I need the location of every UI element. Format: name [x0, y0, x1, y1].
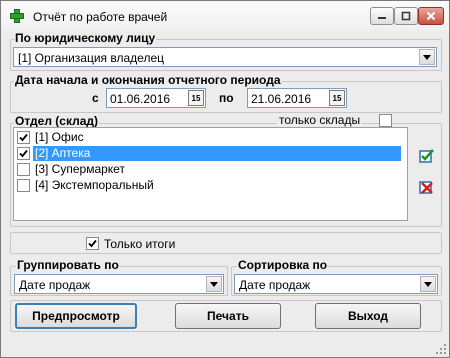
- only-warehouses-label: только склады: [277, 113, 363, 127]
- minimize-button[interactable]: [370, 7, 394, 25]
- department-list[interactable]: [1] Офис [2] Аптека [3] Супермаркет [4] …: [13, 127, 408, 221]
- department-checkbox[interactable]: [17, 163, 30, 176]
- calendar-icon[interactable]: 15: [188, 90, 204, 106]
- sort-by-value: Дате продаж: [239, 278, 311, 292]
- chevron-down-icon[interactable]: [420, 276, 436, 292]
- chevron-down-icon[interactable]: [206, 276, 222, 292]
- window-title: Отчёт по работе врачей: [33, 10, 168, 24]
- department-checkbox[interactable]: [17, 179, 30, 192]
- minimize-icon: [378, 17, 386, 19]
- print-button[interactable]: Печать: [175, 303, 281, 329]
- maximize-icon: [401, 11, 411, 21]
- sort-by-label: Сортировка по: [237, 258, 329, 272]
- list-item[interactable]: [4] Экстемпоральный: [17, 178, 156, 193]
- exit-button[interactable]: Выход: [315, 303, 421, 329]
- department-label: [1] Офис: [35, 130, 84, 144]
- chevron-down-icon[interactable]: [419, 49, 435, 65]
- totals-only-checkbox[interactable]: [86, 237, 99, 250]
- group-by-value: Дате продаж: [19, 278, 91, 292]
- department-checkbox[interactable]: [17, 147, 30, 160]
- list-item[interactable]: [3] Супермаркет: [17, 162, 127, 177]
- list-item[interactable]: [1] Офис: [17, 130, 86, 145]
- report-window: Отчёт по работе врачей По юридическому л…: [0, 0, 450, 358]
- calendar-icon[interactable]: 15: [329, 90, 345, 106]
- totals-only-label: Только итоги: [104, 237, 176, 251]
- date-to-field[interactable]: 21.06.2016 15: [247, 88, 347, 108]
- legal-entity-select[interactable]: [1] Организация владелец: [13, 47, 437, 67]
- department-label: [3] Супермаркет: [35, 162, 125, 176]
- department-checkbox[interactable]: [17, 131, 30, 144]
- totals-group: [10, 232, 442, 254]
- title-bar[interactable]: Отчёт по работе врачей: [1, 1, 449, 31]
- maximize-button[interactable]: [394, 7, 418, 25]
- date-from-field[interactable]: 01.06.2016 15: [106, 88, 206, 108]
- resize-grip-icon[interactable]: [435, 343, 447, 355]
- date-from-label: с: [92, 91, 99, 105]
- department-label: [2] Аптека: [33, 146, 401, 161]
- date-to-value: 21.06.2016: [251, 92, 312, 106]
- group-by-label: Группировать по: [16, 258, 120, 272]
- close-button[interactable]: [418, 7, 444, 25]
- checkmark-icon: [88, 239, 97, 248]
- department-label: [4] Экстемпоральный: [35, 178, 154, 192]
- group-by-select[interactable]: Дате продаж: [14, 274, 224, 294]
- deselect-all-icon[interactable]: [419, 179, 435, 195]
- list-item[interactable]: [2] Аптека: [17, 146, 401, 161]
- date-to-label: по: [219, 91, 234, 105]
- green-cross-icon: [10, 9, 24, 23]
- select-all-icon[interactable]: [419, 148, 435, 164]
- sort-by-select[interactable]: Дате продаж: [234, 274, 438, 294]
- date-from-value: 01.06.2016: [110, 92, 171, 106]
- period-label: Дата начала и окончания отчетного период…: [14, 73, 282, 87]
- legal-entity-value: [1] Организация владелец: [18, 51, 164, 65]
- checkmark-icon: [19, 133, 28, 142]
- checkmark-icon: [19, 149, 28, 158]
- legal-entity-label: По юридическому лицу: [14, 31, 157, 45]
- preview-button[interactable]: Предпросмотр: [15, 303, 137, 329]
- close-icon: [426, 11, 436, 21]
- only-warehouses-checkbox[interactable]: [379, 114, 392, 127]
